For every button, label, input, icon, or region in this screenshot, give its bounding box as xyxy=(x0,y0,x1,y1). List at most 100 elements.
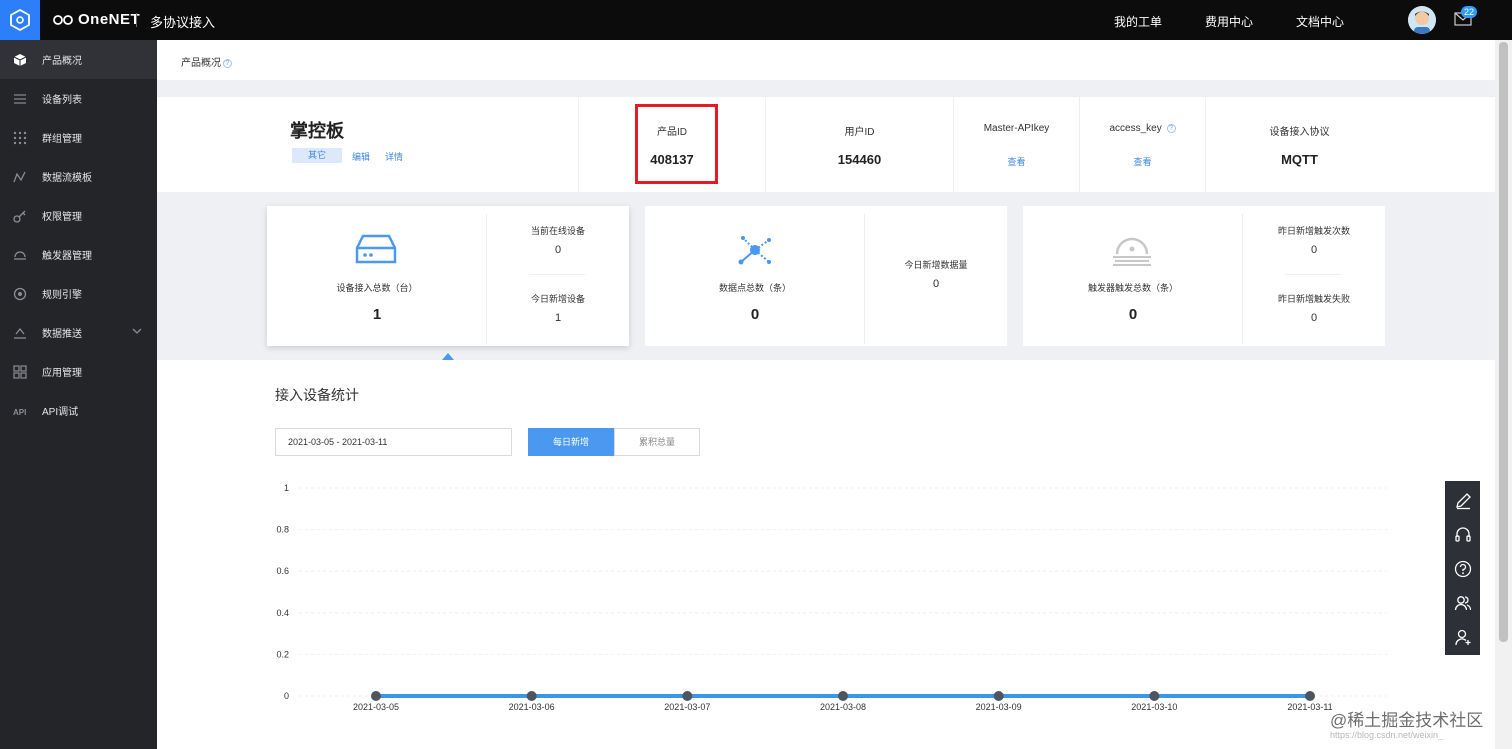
sidebar-item-label: 触发器管理 xyxy=(42,251,92,262)
access-key-field: access_key ? 查看 xyxy=(1079,97,1205,192)
online-devices-value: 0 xyxy=(554,244,562,256)
svg-text:API: API xyxy=(13,408,26,416)
protocol-value: MQTT xyxy=(1281,152,1318,167)
sidebar-item-label: 权限管理 xyxy=(42,212,82,223)
scrollbar-thumb[interactable] xyxy=(1499,42,1508,642)
customer-service-button[interactable] xyxy=(1445,518,1480,552)
sidebar-item-app-management[interactable]: 应用管理 xyxy=(0,352,157,391)
devices-total-value: 1 xyxy=(372,306,382,323)
sidebar-item-label: 应用管理 xyxy=(42,368,82,379)
today-new-data-value: 0 xyxy=(932,278,940,290)
scrollbar[interactable] xyxy=(1495,40,1512,749)
card-divider xyxy=(1285,274,1341,275)
floating-toolbar xyxy=(1445,481,1480,655)
user-plus-icon xyxy=(1454,629,1470,646)
y-tick-label: 0 xyxy=(284,691,289,701)
product-category-tag: 其它 xyxy=(292,148,342,163)
x-tick-label: 2021-03-11 xyxy=(1287,702,1332,712)
list-icon xyxy=(13,92,27,106)
nav-my-tickets[interactable]: 我的工单 xyxy=(1114,13,1162,30)
watermark: @稀土掘金技术社区 xyxy=(1330,711,1484,730)
detail-link[interactable]: 详情 xyxy=(385,150,403,163)
x-tick-label: 2021-03-05 xyxy=(353,702,399,712)
headset-icon xyxy=(1454,527,1471,542)
today-new-devices-value: 1 xyxy=(554,312,562,324)
data-point xyxy=(1305,691,1315,701)
apps-icon xyxy=(13,364,27,379)
x-tick-label: 2021-03-10 xyxy=(1131,702,1177,712)
sidebar-item-rule-engine[interactable]: 规则引擎 xyxy=(0,274,157,313)
today-new-data-label: 今日新增数据量 xyxy=(904,260,968,270)
grid-dots-icon xyxy=(13,131,27,145)
triggers-stat-card[interactable]: 触发器触发总数（条） 0 昨日新增触发次数 0 昨日新增触发失败 0 xyxy=(1023,206,1385,346)
datapoints-total-label: 数据点总数（条） xyxy=(718,283,791,293)
y-tick-label: 0.8 xyxy=(276,525,289,535)
sidebar-item-label: 数据流模板 xyxy=(42,173,92,184)
help-button[interactable] xyxy=(1445,552,1480,586)
sidebar-item-label: 群组管理 xyxy=(42,134,82,145)
sidebar-item-label: 数据推送 xyxy=(42,329,82,340)
card-divider xyxy=(529,274,585,275)
sidebar-item-label: API调试 xyxy=(42,407,79,418)
nav-billing-center[interactable]: 费用中心 xyxy=(1205,13,1253,30)
sidebar: 产品概况 设备列表 群组管理 数据流模板 权限管理 触发器管理 规则引擎 数据推… xyxy=(0,40,157,749)
sidebar-item-device-list[interactable]: 设备列表 xyxy=(0,79,157,118)
sidebar-item-label: 规则引擎 xyxy=(42,290,82,301)
onenet-logo-icon xyxy=(53,14,73,25)
sidebar-item-trigger-management[interactable]: 触发器管理 xyxy=(0,235,157,274)
sidebar-item-permission-management[interactable]: 权限管理 xyxy=(0,196,157,235)
sidebar-item-datastream-template[interactable]: 数据流模板 xyxy=(0,157,157,196)
user-id-label: 用户ID xyxy=(844,127,875,138)
sidebar-item-data-push[interactable]: 数据推送 xyxy=(0,313,157,352)
user-avatar[interactable] xyxy=(1408,6,1436,34)
sidebar-item-group-management[interactable]: 群组管理 xyxy=(0,118,157,157)
stats-area: 设备接入总数（台） 1 当前在线设备 0 今日新增设备 1 数据点总数（条） 0… xyxy=(157,192,1495,360)
online-devices-label: 当前在线设备 xyxy=(530,226,585,236)
x-tick-label: 2021-03-06 xyxy=(509,702,555,712)
access-key-view-link[interactable]: 查看 xyxy=(1080,155,1205,168)
add-user-button[interactable] xyxy=(1445,620,1480,654)
y-tick-label: 1 xyxy=(284,483,289,493)
sidebar-item-product-overview[interactable]: 产品概况 xyxy=(0,40,157,79)
y-tick-label: 0.2 xyxy=(276,649,289,659)
app-title: 多协议接入 xyxy=(150,15,216,30)
community-button[interactable] xyxy=(1445,586,1480,620)
chevron-down-icon[interactable] xyxy=(132,327,142,338)
help-icon[interactable]: ? xyxy=(1166,123,1176,133)
protocol-label: 设备接入协议 xyxy=(1269,127,1330,138)
master-apikey-label: Master-APIkey xyxy=(983,123,1050,134)
x-tick-label: 2021-03-07 xyxy=(664,702,710,712)
mail-badge: 22 xyxy=(1461,6,1478,18)
x-tick-label: 2021-03-09 xyxy=(976,702,1022,712)
devices-stat-card[interactable]: 设备接入总数（台） 1 当前在线设备 0 今日新增设备 1 xyxy=(267,206,629,346)
device-stats-section: 接入设备统计 2021-03-05 - 2021-03-11 每日新增 累积总量… xyxy=(157,360,1495,749)
highlight-annotation-box xyxy=(635,104,718,184)
feedback-edit-button[interactable] xyxy=(1445,484,1480,518)
data-point xyxy=(682,691,693,701)
protocol-field: 设备接入协议 MQTT xyxy=(1205,97,1393,192)
nav-docs-center[interactable]: 文档中心 xyxy=(1296,13,1344,30)
key-icon xyxy=(13,209,27,223)
y-tick-label: 0.6 xyxy=(276,566,289,576)
push-icon xyxy=(13,326,27,340)
brand-logo[interactable]: OneNET xyxy=(53,11,140,28)
sidebar-item-label: 产品概况 xyxy=(42,56,82,67)
home-logo-icon[interactable] xyxy=(0,0,40,40)
edit-link[interactable]: 编辑 xyxy=(352,150,370,163)
product-name: 掌控板 xyxy=(290,121,344,141)
card-divider xyxy=(486,214,487,344)
top-bar: OneNET 多协议接入 我的工单 费用中心 文档中心 22 xyxy=(0,0,1512,40)
master-apikey-view-link[interactable]: 查看 xyxy=(954,155,1079,168)
datapoints-stat-card[interactable]: 数据点总数（条） 0 今日新增数据量 0 xyxy=(645,206,1007,346)
page-title: 产品概况 xyxy=(181,58,221,69)
user-id-field: 用户ID 154460 xyxy=(765,97,953,192)
data-point xyxy=(371,691,381,701)
device-stats-chart: 0 0.2 0.4 0.6 0.8 1 2021-03-05 2021-03-06 2021-0… xyxy=(276,483,1387,712)
sidebar-item-api-debug[interactable]: API API调试 xyxy=(0,391,157,430)
card-divider xyxy=(864,214,865,344)
help-icon[interactable]: ? xyxy=(223,58,232,68)
today-new-devices-label: 今日新增设备 xyxy=(530,294,585,304)
triggers-total-label: 触发器触发总数（条） xyxy=(1087,283,1178,293)
access-key-label: access_key xyxy=(1109,123,1162,134)
api-icon: API xyxy=(13,404,27,418)
